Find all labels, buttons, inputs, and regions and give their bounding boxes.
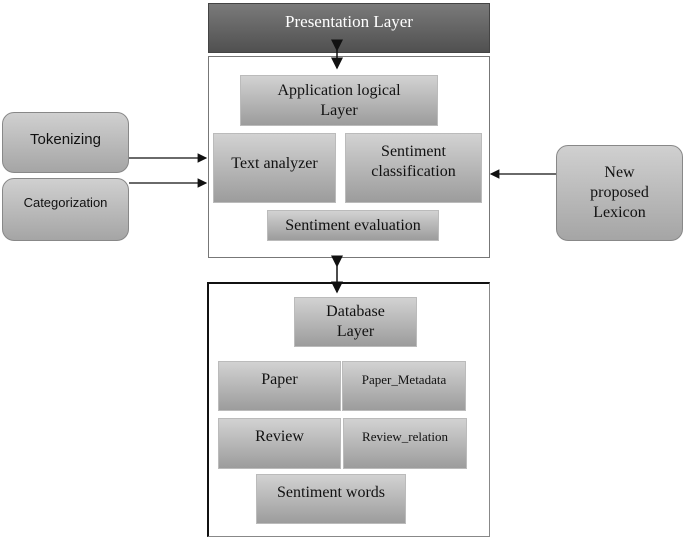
connector-arrows bbox=[129, 39, 556, 294]
